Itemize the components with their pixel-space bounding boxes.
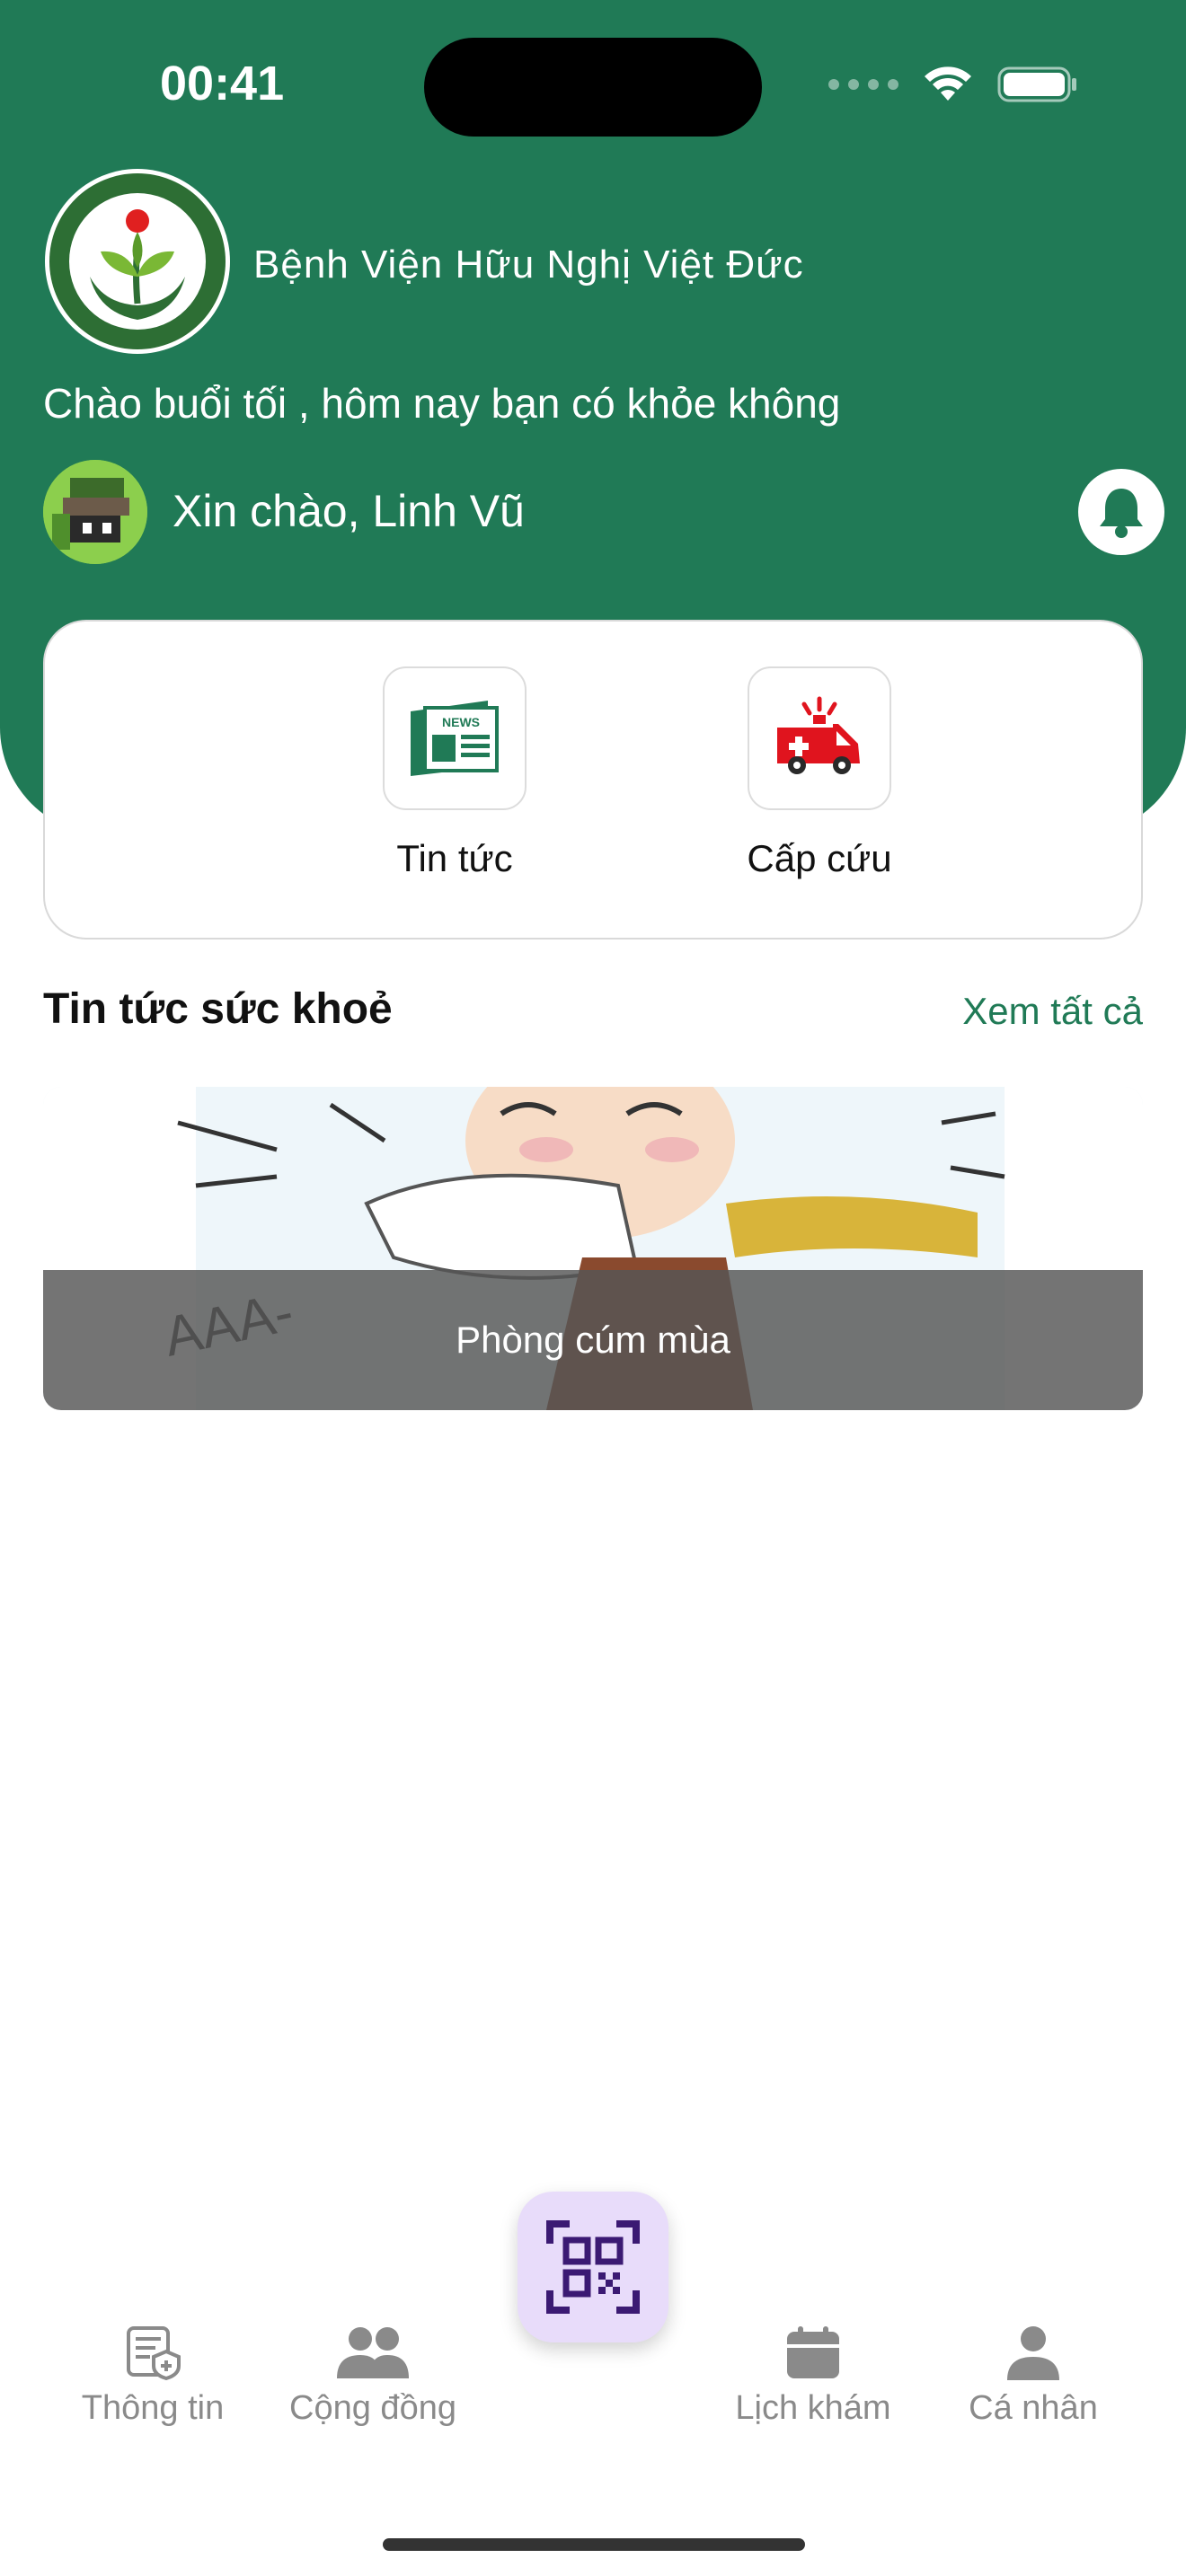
user-greeting: Xin chào, Linh Vũ	[173, 486, 525, 536]
signal-icon	[828, 79, 898, 90]
tab-lich-kham[interactable]: Lịch khám	[705, 2325, 921, 2428]
tab-label: Cá nhân	[969, 2389, 1098, 2427]
ambulance-icon-box	[748, 666, 891, 810]
calendar-icon	[787, 2326, 839, 2378]
svg-text:NEWS: NEWS	[442, 715, 480, 729]
quick-action-label: Tin tức	[396, 837, 513, 879]
battery-icon	[997, 66, 1076, 102]
quick-action-label: Cấp cứu	[747, 837, 892, 879]
person-icon	[1007, 2326, 1059, 2380]
tab-label: Thông tin	[81, 2389, 225, 2427]
news-card[interactable]: AAA- Phòng cúm mùa	[43, 1087, 1143, 1410]
quick-actions-card: NEWS Tin tức Cấp cứu	[43, 620, 1143, 940]
see-all-link[interactable]: Xem tất cả	[962, 990, 1143, 1033]
tab-thong-tin[interactable]: Thông tin	[45, 2325, 261, 2428]
news-icon: NEWS	[411, 701, 499, 776]
tab-ca-nhan[interactable]: Cá nhân	[925, 2325, 1141, 2428]
quick-action-emergency[interactable]: Cấp cứu	[685, 666, 954, 880]
hospital-logo	[45, 169, 230, 354]
qr-code-icon	[546, 2220, 640, 2314]
news-icon-box: NEWS	[383, 666, 527, 810]
community-icon	[337, 2327, 409, 2378]
news-title: Phòng cúm mùa	[456, 1319, 730, 1361]
quick-action-news[interactable]: NEWS Tin tức	[320, 666, 589, 880]
greeting-text: Chào buổi tối , hôm nay bạn có khỏe khôn…	[43, 380, 841, 427]
status-time: 00:41	[160, 57, 285, 110]
news-overlay: Phòng cúm mùa	[43, 1270, 1143, 1410]
tab-label: Lịch khám	[735, 2389, 891, 2427]
ambulance-icon	[777, 696, 860, 774]
hospital-name: Bệnh Viện Hữu Nghị Việt Đức	[253, 243, 804, 287]
info-doc-icon	[127, 2326, 181, 2380]
qr-scan-button[interactable]	[518, 2192, 668, 2342]
section-title: Tin tức sức khoẻ	[43, 985, 393, 1033]
tab-label: Cộng đồng	[289, 2389, 456, 2427]
notification-button[interactable]	[1078, 469, 1164, 555]
avatar[interactable]	[43, 460, 147, 564]
tab-cong-dong[interactable]: Cộng đồng	[265, 2325, 481, 2428]
bell-icon	[1100, 489, 1143, 538]
dynamic-island	[424, 38, 762, 137]
wifi-icon	[925, 66, 971, 101]
home-indicator[interactable]	[383, 2538, 805, 2551]
status-icons	[828, 65, 1078, 104]
